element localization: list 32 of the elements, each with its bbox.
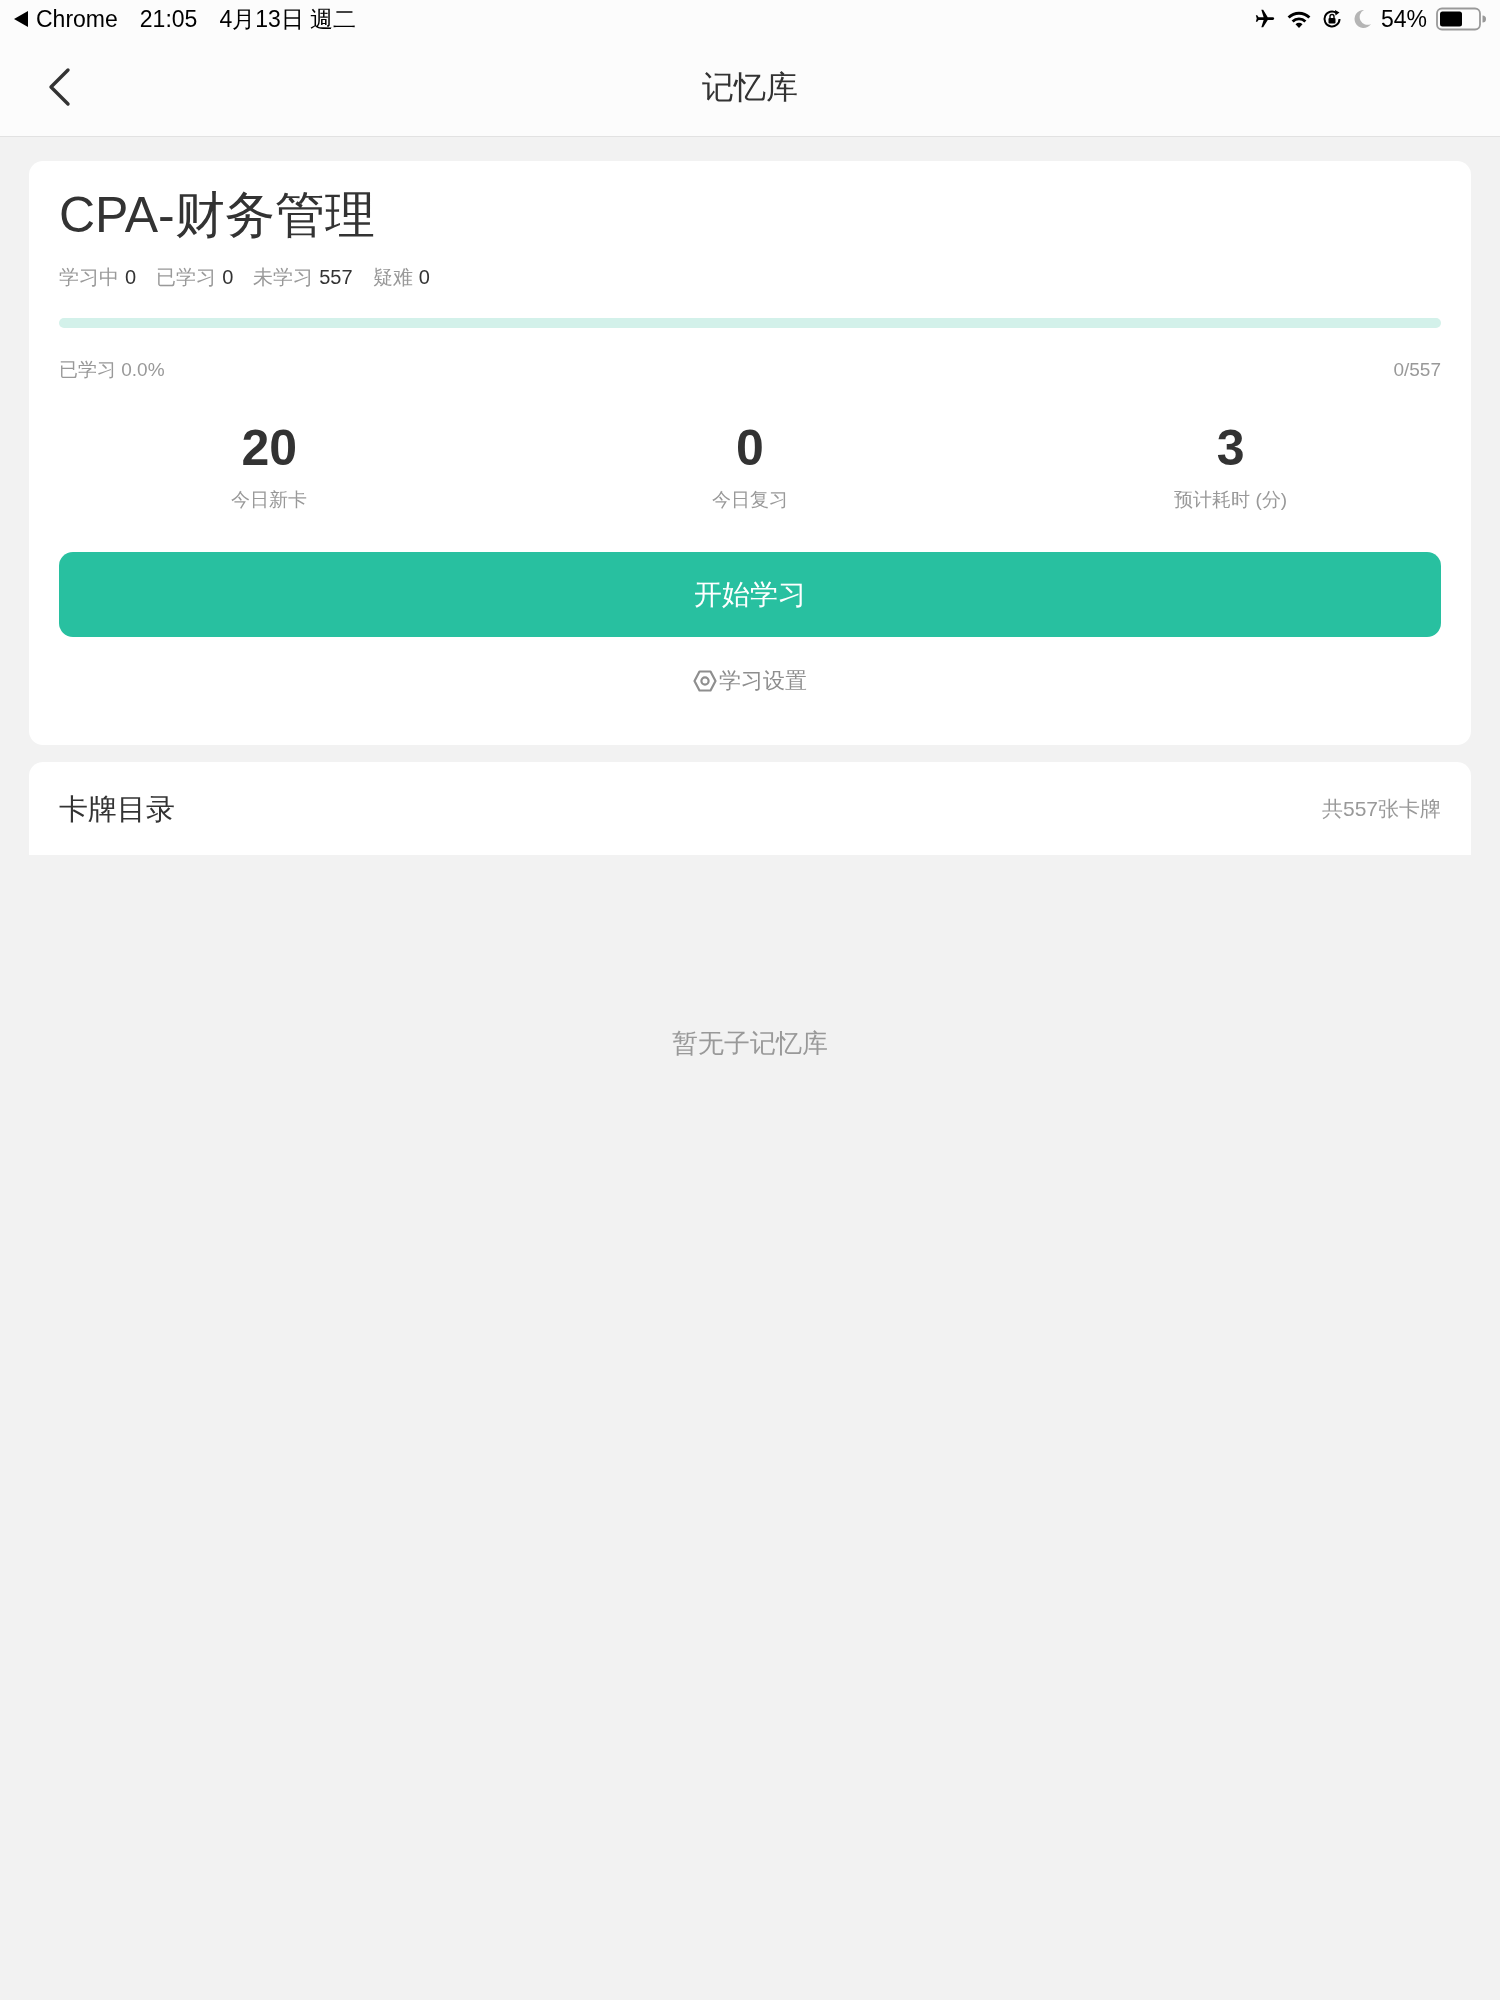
- back-to-app-link[interactable]: Chrome: [36, 4, 118, 34]
- back-icon[interactable]: [46, 67, 72, 107]
- progress-count: 0/557: [1393, 358, 1441, 382]
- count-label: 疑难: [372, 265, 413, 290]
- progress-percentage: 已学习 0.0%: [59, 358, 165, 382]
- study-settings-link[interactable]: 学习设置: [693, 666, 807, 696]
- wifi-icon: [1285, 9, 1312, 29]
- battery-icon: [1436, 7, 1486, 31]
- catalog-count: 共557张卡牌: [1321, 795, 1441, 822]
- battery-percentage: 54%: [1380, 5, 1427, 34]
- status-time: 21:05: [139, 5, 198, 34]
- count-value: 0: [418, 265, 430, 290]
- count-label: 已学习: [156, 265, 217, 290]
- status-date: 4月13日 週二: [219, 5, 357, 34]
- count-label: 未学习: [253, 265, 314, 290]
- settings-icon: [693, 670, 717, 692]
- count-value: 0: [125, 265, 137, 290]
- count-label: 学习中: [59, 265, 119, 290]
- count-value: 0: [222, 265, 234, 290]
- start-study-button[interactable]: 开始学习: [59, 552, 1441, 637]
- deck-title: CPA-财务管理: [59, 186, 376, 245]
- stat-value: 20: [241, 419, 298, 478]
- stat-label: 今日新卡: [231, 488, 308, 512]
- stat-label: 今日复习: [712, 488, 788, 512]
- empty-message: 暂无子记忆库: [672, 1027, 828, 1060]
- catalog-title: 卡牌目录: [59, 791, 175, 827]
- stat-value: 0: [736, 419, 764, 478]
- stat-label: 预计耗时 (分): [1174, 488, 1288, 512]
- back-triangle-icon[interactable]: [14, 11, 28, 27]
- page-title: 记忆库: [702, 68, 798, 107]
- count-value: 557: [319, 265, 353, 290]
- stat-value: 3: [1216, 419, 1245, 478]
